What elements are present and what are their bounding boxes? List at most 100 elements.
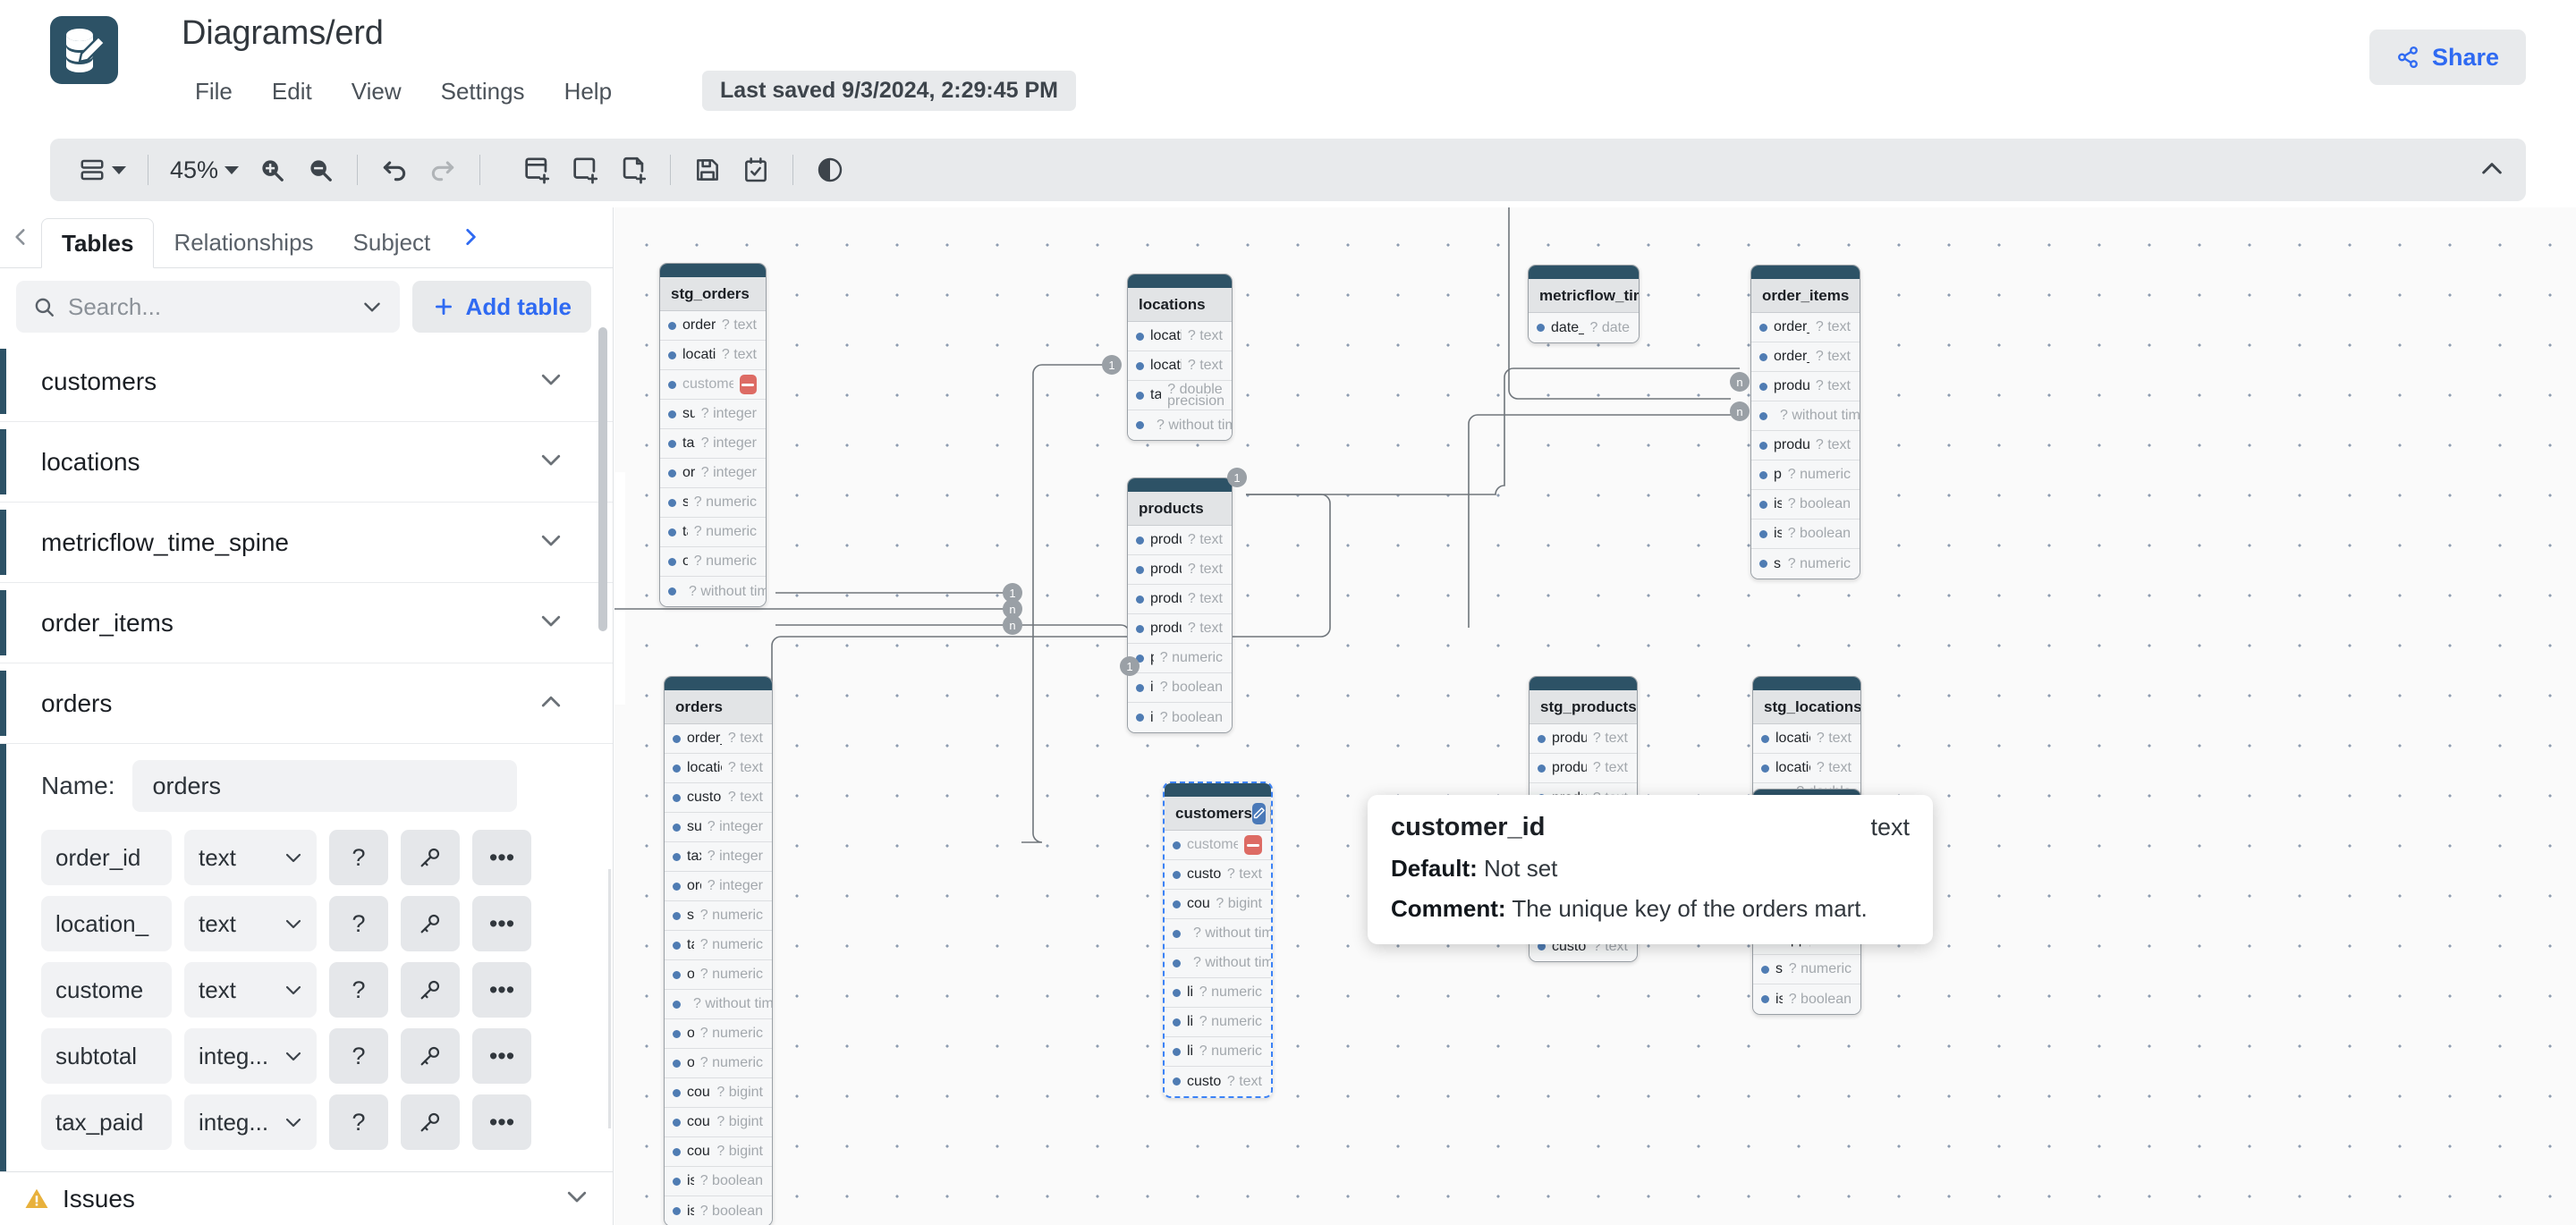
field-name-input[interactable]: custome (41, 962, 172, 1018)
field-row[interactable]: location_name ? text (1753, 754, 1860, 783)
add-table-button[interactable] (513, 146, 561, 194)
field-key-button[interactable] (401, 896, 460, 951)
field-row[interactable]: product_type ? text (1128, 585, 1232, 614)
field-name-input[interactable]: order_id (41, 830, 172, 885)
table-more-button[interactable]: ••• (1269, 802, 1271, 824)
field-row[interactable]: tax_paid_cents ? integer (665, 842, 772, 872)
field-row[interactable]: product_name ? text (1128, 555, 1232, 585)
sidebar-item-order-items[interactable]: order_items (0, 583, 613, 663)
field-row[interactable]: tax_paid ? numeric (665, 931, 772, 960)
menu-file[interactable]: File (175, 74, 252, 109)
field-row[interactable]: subtotal_cents ? integer (660, 400, 766, 429)
sidebar-item-metricflow-time-spine[interactable]: metricflow_time_spine (0, 503, 613, 583)
chevron-down-icon[interactable] (538, 446, 564, 477)
field-name-input[interactable]: tax_paid (41, 1094, 172, 1150)
zoom-out-button[interactable] (296, 146, 344, 194)
save-button[interactable] (683, 146, 732, 194)
field-row[interactable]: is_food_item ? boolean (1751, 490, 1860, 520)
field-nullable-button[interactable]: ? (329, 830, 388, 885)
field-row[interactable]: order_items... ? numeric (665, 1049, 772, 1078)
field-row[interactable]: ord...? without time (1751, 401, 1860, 431)
tab-tables[interactable]: Tables (41, 218, 155, 268)
field-key-button[interactable] (401, 1094, 460, 1150)
undo-button[interactable] (370, 146, 419, 194)
redo-button[interactable] (419, 146, 467, 194)
tabs-scroll-left-button[interactable] (0, 207, 41, 267)
tab-subject[interactable]: Subject (334, 217, 451, 267)
erd-table-order-items[interactable]: order_items order_item_id ? text order_id… (1750, 265, 1860, 579)
table-header[interactable]: metricflow_time_spine (1529, 279, 1639, 313)
sidebar-item-orders[interactable]: orders (0, 663, 613, 744)
field-row[interactable]: first_...? without time (1165, 919, 1271, 949)
issues-bar[interactable]: Issues (0, 1171, 613, 1225)
field-row[interactable]: lifetime_spend ? numeric (1165, 1037, 1271, 1067)
field-row[interactable]: is_drink_item ? boolean (1751, 520, 1860, 549)
field-key-button[interactable] (401, 962, 460, 1018)
field-row[interactable]: lifetime_tax_... ? numeric (1165, 1008, 1271, 1037)
chevron-down-icon[interactable] (538, 607, 564, 638)
field-row[interactable]: customer_id (660, 370, 766, 400)
zoom-in-button[interactable] (248, 146, 296, 194)
field-row[interactable]: order_cost ? numeric (665, 1019, 772, 1049)
field-row[interactable]: count_food_ite... ? bigint (665, 1078, 772, 1108)
menu-settings[interactable]: Settings (421, 74, 545, 109)
table-header[interactable]: locations (1128, 288, 1232, 322)
zoom-level-dropdown[interactable]: 45% (161, 146, 248, 194)
field-row[interactable]: count_order_it... ? bigint (665, 1137, 772, 1167)
field-row[interactable]: location_id ? text (665, 754, 772, 783)
field-row[interactable]: product_name ? text (1751, 431, 1860, 460)
field-row[interactable]: tax_paid_cents ? integer (660, 429, 766, 459)
erd-table-locations[interactable]: locations location_id ? text location_nam… (1127, 274, 1233, 441)
field-row[interactable]: location_id ? text (1753, 724, 1860, 754)
field-row[interactable]: count_lifetime_... ? bigint (1165, 890, 1271, 919)
sidebar-item-locations[interactable]: locations (0, 422, 613, 503)
field-key-button[interactable] (401, 830, 460, 885)
field-more-button[interactable]: ••• (472, 830, 531, 885)
field-row[interactable]: order_total_c... ? integer (665, 872, 772, 901)
field-nullable-button[interactable]: ? (329, 1028, 388, 1084)
field-type-select[interactable]: integ... (184, 1094, 317, 1150)
field-row[interactable]: supply_cost ? numeric (1751, 549, 1860, 579)
field-type-select[interactable]: integ... (184, 1028, 317, 1084)
table-header[interactable]: order_items (1751, 279, 1860, 313)
table-header[interactable]: customers ••• (1165, 797, 1271, 831)
field-row[interactable]: date_day ? date (1529, 313, 1639, 342)
field-row[interactable]: customer_id (1165, 831, 1271, 860)
field-row[interactable]: product_id ? text (1751, 372, 1860, 401)
field-row[interactable]: order_item_id ? text (1751, 313, 1860, 342)
field-row[interactable]: count_drink_it... ? bigint (665, 1108, 772, 1137)
field-row[interactable]: lifetime_spe... ? numeric (1165, 978, 1271, 1008)
collapse-toolbar-button[interactable] (2478, 155, 2506, 188)
field-row[interactable]: order_id ? text (1751, 342, 1860, 372)
erd-table-stg-products[interactable]: stg_products product_id ? text product_na… (1529, 676, 1638, 814)
field-more-button[interactable]: ••• (472, 896, 531, 951)
field-row[interactable]: supply_cost ? numeric (1753, 955, 1860, 984)
erd-table-orders[interactable]: orders order_id? text location_id? text … (664, 676, 773, 1225)
table-header[interactable]: stg_locations (1753, 690, 1860, 724)
chevron-down-icon[interactable] (538, 527, 564, 558)
sidebar-scroll-track[interactable] (608, 869, 611, 1128)
field-row[interactable]: is_drink_item ? boolean (1128, 703, 1232, 732)
add-area-button[interactable] (561, 146, 609, 194)
field-row[interactable]: product_price ? numeric (1128, 644, 1232, 673)
field-row[interactable]: is_food_item ? boolean (1128, 673, 1232, 703)
field-row[interactable]: order_total_c... ? integer (660, 459, 766, 488)
field-row[interactable]: order_total ? numeric (665, 960, 772, 990)
field-row[interactable]: ord...? without time (665, 990, 772, 1019)
menu-help[interactable]: Help (545, 74, 631, 109)
erd-table-metricflow-time-spine[interactable]: metricflow_time_spine date_day ? date (1528, 265, 1640, 343)
field-row[interactable]: is_food_order ? boolean (665, 1167, 772, 1196)
table-header[interactable]: stg_orders (660, 277, 766, 311)
sidebar-item-customers[interactable]: customers (0, 342, 613, 422)
tab-relationships[interactable]: Relationships (154, 217, 333, 267)
field-row[interactable]: product_id ? text (1530, 724, 1637, 754)
field-nullable-button[interactable]: ? (329, 962, 388, 1018)
erd-table-products[interactable]: products product_id ? text product_name ? … (1127, 477, 1233, 733)
chevron-down-icon[interactable] (538, 366, 564, 397)
chevron-down-icon[interactable] (360, 295, 384, 318)
field-row[interactable]: customer_type ? text (1165, 1067, 1271, 1096)
field-row[interactable]: subtotal ? numeric (665, 901, 772, 931)
field-more-button[interactable]: ••• (472, 962, 531, 1018)
field-nullable-button[interactable]: ? (329, 1094, 388, 1150)
share-button[interactable]: Share (2368, 30, 2526, 85)
